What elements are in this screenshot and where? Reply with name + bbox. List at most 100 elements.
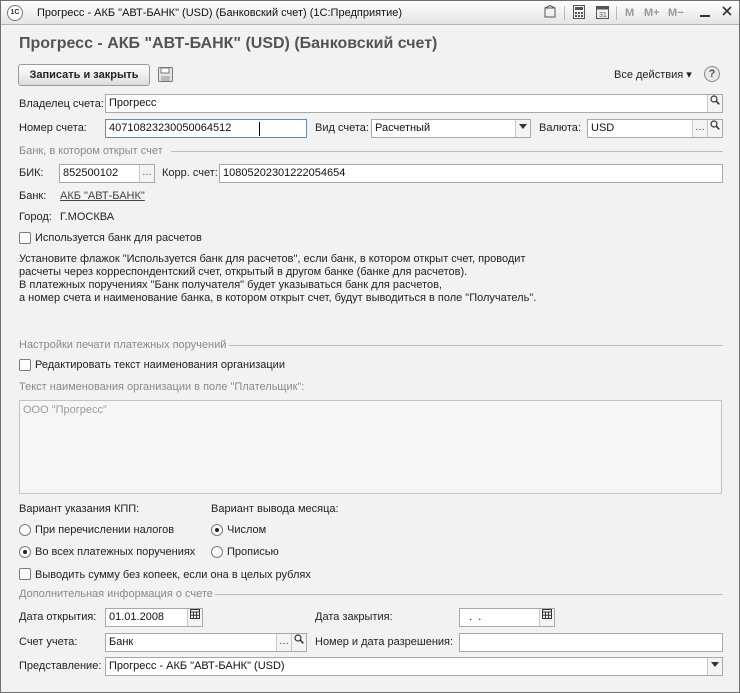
svg-text:31: 31 [599, 12, 607, 19]
all-actions-menu[interactable]: Все действия ▾ [614, 68, 692, 81]
currency-label: Валюта: [539, 122, 581, 134]
month-words-radio[interactable] [211, 546, 223, 558]
triangle-down-icon[interactable] [515, 120, 530, 137]
triangle-down-icon[interactable] [707, 658, 722, 675]
note-line: В платежных поручениях "Банк получателя"… [19, 279, 442, 291]
accounting-account-value: Банк [109, 636, 134, 648]
open-date-label: Дата открытия: [19, 611, 97, 623]
open-date-field[interactable]: 01.01.2008 [105, 608, 203, 627]
save-and-close-button[interactable]: Записать и закрыть [18, 64, 150, 86]
calculator-icon[interactable] [571, 5, 587, 21]
calendar-icon[interactable] [187, 609, 202, 626]
extra-section-title: Дополнительная информация о счете [19, 588, 213, 600]
toolbar-separator [564, 6, 565, 20]
representation-value: Прогресс - АКБ "АВТ-БАНК" (USD) [109, 660, 285, 672]
accounting-account-field[interactable]: Банк … [105, 633, 307, 652]
section-divider [229, 345, 723, 346]
use-bank-label: Используется банк для расчетов [35, 232, 202, 244]
representation-label: Представление: [19, 660, 102, 672]
use-bank-checkbox[interactable] [19, 232, 31, 244]
account-label: Счет учета: [19, 636, 78, 648]
month-number-label: Числом [227, 524, 267, 536]
close-date-field[interactable]: . . [459, 608, 555, 627]
no-kopecks-label: Выводить сумму без копеек, если она в це… [35, 569, 311, 581]
bank-note: Установите флажок "Используется банк для… [19, 253, 536, 305]
form-body: Прогресс - АКБ "АВТ-БАНК" (USD) (Банковс… [1, 26, 739, 692]
close-date-label: Дата закрытия: [315, 611, 393, 623]
search-icon[interactable] [707, 120, 722, 137]
currency-field[interactable]: USD … [587, 119, 723, 138]
edit-org-text-checkbox[interactable] [19, 359, 31, 371]
text-caret [259, 122, 260, 136]
minimize-icon[interactable] [697, 5, 713, 21]
app-window: 1C Прогресс - АКБ "АВТ-БАНК" (USD) (Банк… [0, 0, 740, 693]
owner-value: Прогресс [109, 97, 157, 109]
section-divider [171, 151, 723, 152]
account-number-label: Номер счета: [19, 122, 87, 134]
window-title: Прогресс - АКБ "АВТ-БАНК" (USD) (Банковс… [37, 7, 403, 19]
permit-field[interactable] [459, 633, 723, 652]
radio-selected-dot [215, 528, 219, 532]
ellipsis-icon[interactable]: … [276, 634, 291, 651]
note-line: Установите флажок "Используется банк для… [19, 253, 526, 265]
calendar-icon[interactable]: 31 [594, 5, 610, 21]
account-type-value: Расчетный [375, 122, 431, 134]
account-number-field[interactable]: 40710823230050064512 [105, 119, 307, 138]
edit-org-text-label: Редактировать текст наименования организ… [35, 359, 285, 371]
help-icon[interactable]: ? [704, 66, 720, 82]
representation-field[interactable]: Прогресс - АКБ "АВТ-БАНК" (USD) [105, 657, 723, 676]
owner-label: Владелец счета: [19, 98, 104, 110]
form-title: Прогресс - АКБ "АВТ-БАНК" (USD) (Банковс… [19, 35, 438, 52]
search-icon[interactable] [291, 634, 306, 651]
month-number-radio[interactable] [211, 524, 223, 536]
print-section-title: Настройки печати платежных поручений [19, 339, 227, 351]
ellipsis-icon[interactable]: … [139, 165, 154, 182]
memory-minus-button[interactable]: M− [668, 7, 684, 19]
kpp-taxes-label: При перечислении налогов [35, 524, 175, 536]
section-divider [215, 594, 723, 595]
bank-section-title: Банк, в котором открыт счет [19, 145, 163, 157]
kpp-taxes-radio[interactable] [19, 524, 31, 536]
month-label: Вариант вывода месяца: [211, 503, 339, 515]
1c-logo-icon: 1C [7, 5, 23, 21]
corr-account-label: Корр. счет: [162, 167, 218, 179]
bik-value: 852500102 [63, 167, 119, 179]
currency-value: USD [591, 122, 615, 134]
city-label: Город: [19, 211, 52, 223]
ellipsis-icon[interactable]: … [692, 120, 707, 137]
bank-link[interactable]: АКБ "АВТ-БАНК" [60, 190, 145, 202]
floppy-disk-icon[interactable] [158, 67, 174, 83]
account-type-label: Вид счета: [315, 122, 369, 134]
toolbar-separator [616, 6, 617, 20]
memory-plus-button[interactable]: M+ [644, 7, 660, 19]
kpp-all-label: Во всех платежных поручениях [35, 546, 196, 558]
bik-field[interactable]: 852500102 … [59, 164, 155, 183]
search-icon[interactable] [707, 95, 722, 112]
org-text-area[interactable]: ООО "Прогресс" [19, 400, 722, 494]
org-text-label: Текст наименования организации в поле "П… [19, 381, 305, 393]
no-kopecks-checkbox[interactable] [19, 568, 31, 580]
close-icon[interactable] [719, 5, 735, 21]
city-value: Г.МОСКВА [60, 211, 115, 223]
kpp-all-radio[interactable] [19, 546, 31, 558]
account-type-select[interactable]: Расчетный [371, 119, 531, 138]
memory-button[interactable]: M [625, 7, 634, 19]
owner-field[interactable]: Прогресс [105, 94, 723, 113]
calendar-icon[interactable] [539, 609, 554, 626]
kpp-label: Вариант указания КПП: [19, 503, 140, 515]
open-date-value: 01.01.2008 [109, 611, 165, 623]
radio-selected-dot [23, 550, 27, 554]
month-words-label: Прописью [227, 546, 279, 558]
close-date-value: . . [463, 611, 482, 623]
title-bar: 1C Прогресс - АКБ "АВТ-БАНК" (USD) (Банк… [1, 1, 739, 25]
org-text-value: ООО "Прогресс" [23, 404, 107, 416]
bank-label: Банк: [19, 190, 47, 202]
account-number-value: 40710823230050064512 [109, 122, 232, 134]
bik-label: БИК: [19, 167, 44, 179]
note-line: расчеты через корреспондентский счет, от… [19, 266, 468, 278]
permit-label: Номер и дата разрешения: [315, 636, 454, 648]
corr-account-field[interactable]: 10805202301222054654 [219, 164, 723, 183]
home-icon[interactable] [542, 4, 558, 21]
note-line: а номер счета и наименование банка, в ко… [19, 292, 537, 304]
corr-account-value: 10805202301222054654 [223, 167, 346, 179]
